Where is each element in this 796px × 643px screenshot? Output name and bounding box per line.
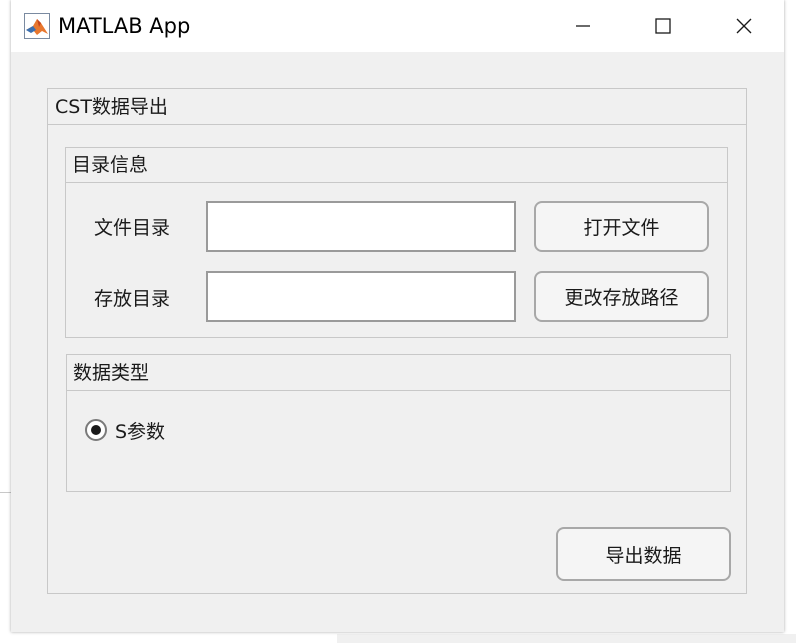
export-data-button[interactable]: 导出数据 xyxy=(556,527,731,581)
change-path-button[interactable]: 更改存放路径 xyxy=(534,271,709,322)
app-window: MATLAB App CST数据导出 目录信息 文件目录 打开文件 存放目录 更… xyxy=(11,0,784,632)
data-type-panel-title: 数据类型 xyxy=(67,355,730,391)
save-dir-input[interactable] xyxy=(206,271,516,322)
title-bar[interactable]: MATLAB App xyxy=(11,0,784,52)
open-file-button[interactable]: 打开文件 xyxy=(534,201,709,252)
s-parameter-label: S参数 xyxy=(115,421,166,443)
maximize-icon xyxy=(655,18,671,34)
file-dir-input[interactable] xyxy=(206,201,516,252)
window-title: MATLAB App xyxy=(58,14,191,38)
directory-panel-title: 目录信息 xyxy=(66,148,727,183)
radio-selected-dot xyxy=(91,425,101,435)
file-dir-label: 文件目录 xyxy=(94,217,171,239)
desktop-background xyxy=(784,0,796,643)
matlab-logo-icon xyxy=(24,13,50,39)
main-panel-title: CST数据导出 xyxy=(48,89,746,125)
minimize-icon xyxy=(576,25,590,27)
directory-panel: 目录信息 文件目录 打开文件 存放目录 更改存放路径 xyxy=(65,147,728,338)
data-type-panel: 数据类型 S参数 xyxy=(66,354,731,492)
main-panel: CST数据导出 目录信息 文件目录 打开文件 存放目录 更改存放路径 数据类型 … xyxy=(47,88,747,594)
minimize-button[interactable] xyxy=(543,0,623,52)
close-icon xyxy=(736,18,751,34)
maximize-button[interactable] xyxy=(623,0,703,52)
s-parameter-radio[interactable] xyxy=(85,419,107,441)
background-window-edge xyxy=(337,634,796,643)
save-dir-label: 存放目录 xyxy=(94,288,171,310)
close-button[interactable] xyxy=(703,0,784,52)
s-parameter-radio-option[interactable]: S参数 xyxy=(85,417,205,443)
